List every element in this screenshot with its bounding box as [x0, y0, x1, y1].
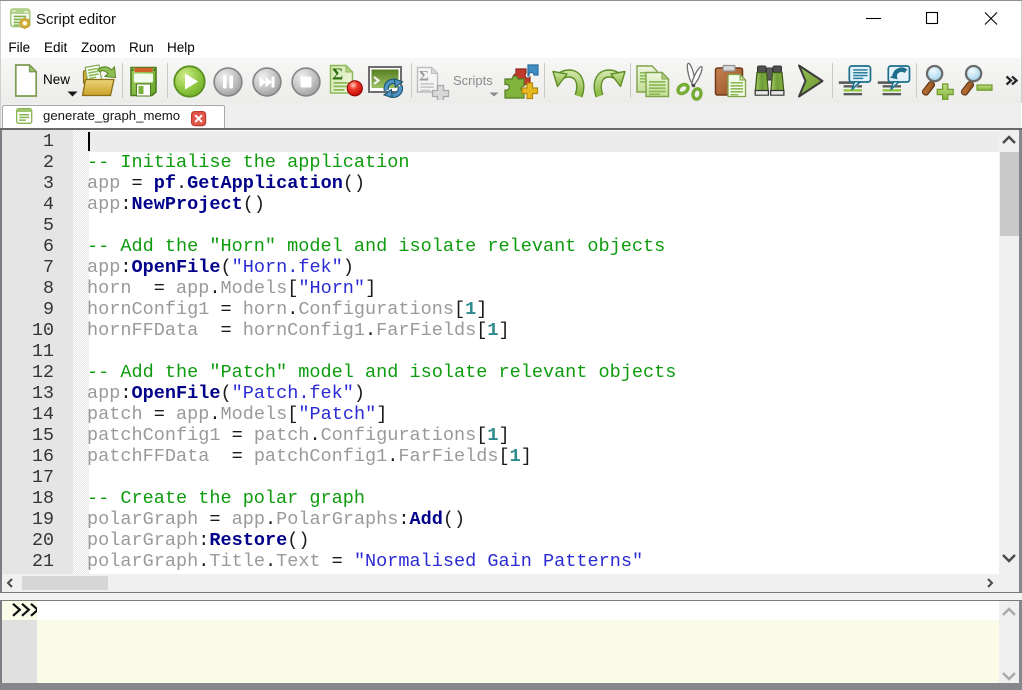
svg-text:Σ: Σ	[419, 69, 429, 85]
svg-text:Σ: Σ	[332, 65, 343, 84]
